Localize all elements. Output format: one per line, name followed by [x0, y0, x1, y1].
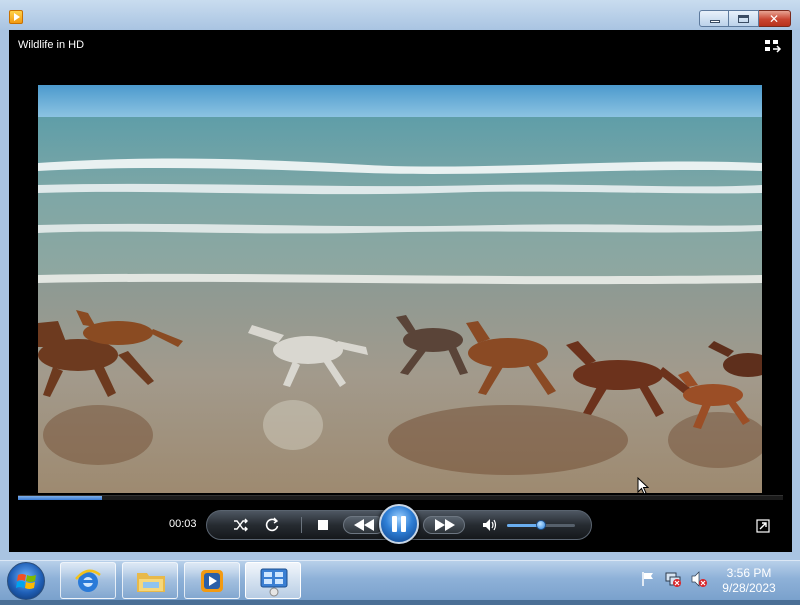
video-title: Wildlife in HD	[18, 39, 85, 51]
transport-controls	[206, 504, 592, 544]
network-icon[interactable]	[664, 570, 682, 588]
shuffle-icon	[234, 518, 248, 532]
shuffle-button[interactable]	[229, 511, 253, 539]
fullscreen-icon[interactable]	[756, 519, 770, 533]
seek-bar[interactable]	[18, 495, 783, 500]
file-explorer-icon	[137, 573, 165, 592]
repeat-icon	[265, 517, 279, 532]
action-center-flag-icon[interactable]	[640, 570, 656, 588]
volume-muted-icon[interactable]	[690, 570, 708, 588]
repeat-button[interactable]	[260, 511, 284, 539]
stop-button[interactable]	[311, 511, 335, 539]
stop-icon	[318, 520, 328, 530]
windows-media-player-icon	[201, 570, 223, 592]
minimize-button[interactable]	[699, 10, 729, 27]
previous-icon	[354, 519, 374, 531]
start-button[interactable]	[7, 562, 45, 600]
control-panel-icon	[260, 568, 288, 597]
seek-progress	[18, 496, 102, 500]
player-area: Wildlife in HD 00:03	[9, 30, 792, 552]
internet-explorer-icon	[75, 569, 101, 592]
taskbar-media-player[interactable]	[184, 562, 240, 599]
pause-button[interactable]	[379, 504, 419, 544]
notification-area	[640, 570, 716, 588]
switch-to-library-icon[interactable]	[764, 39, 782, 53]
system-clock[interactable]: 3:56 PM 9/28/2023	[712, 566, 786, 596]
windows-start-icon	[16, 574, 36, 589]
clock-time: 3:56 PM	[726, 566, 772, 580]
next-icon	[435, 519, 455, 531]
maximize-button[interactable]	[729, 10, 759, 27]
media-player-window: Wildlife in HD	[0, 0, 800, 560]
taskbar-internet-explorer[interactable]	[60, 562, 116, 599]
volume-icon	[483, 519, 497, 531]
taskbar-file-explorer[interactable]	[122, 562, 178, 599]
clock-date: 9/28/2023	[722, 581, 776, 595]
title-bar[interactable]	[0, 0, 800, 30]
mouse-cursor	[637, 477, 649, 495]
next-button[interactable]	[423, 516, 465, 534]
mute-button[interactable]	[479, 511, 501, 539]
video-frame[interactable]	[38, 85, 762, 493]
media-player-icon[interactable]	[9, 10, 23, 24]
volume-slider[interactable]	[507, 520, 575, 530]
close-button[interactable]	[759, 10, 791, 27]
taskbar: 3:56 PM 9/28/2023	[0, 560, 800, 600]
time-elapsed: 00:03	[169, 518, 197, 530]
volume-thumb[interactable]	[536, 520, 546, 530]
taskbar-control-panel[interactable]	[245, 562, 301, 599]
caption-buttons	[699, 10, 791, 28]
separator	[301, 517, 302, 533]
